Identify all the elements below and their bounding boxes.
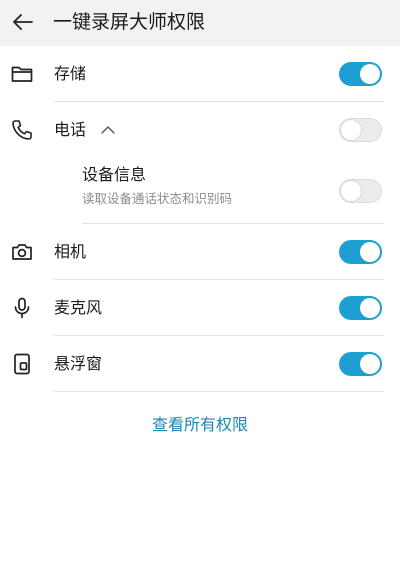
camera-toggle[interactable]: [339, 240, 382, 264]
floating-window-toggle[interactable]: [339, 352, 382, 376]
chevron-up-icon[interactable]: [100, 122, 116, 138]
page-title: 一键录屏大师权限: [53, 11, 206, 33]
microphone-toggle[interactable]: [339, 296, 382, 320]
permission-row-phone[interactable]: 电话: [0, 102, 400, 158]
permission-label: 存储: [54, 64, 87, 83]
app-bar: 一键录屏大师权限: [0, 0, 400, 46]
toggle-knob: [341, 120, 361, 140]
permission-row-storage[interactable]: 存储: [0, 46, 400, 102]
sub-permission-label: 设备信息: [82, 165, 147, 184]
storage-toggle[interactable]: [339, 62, 382, 86]
permission-subrow-device-info[interactable]: 设备信息 读取设备通话状态和识别码: [0, 158, 400, 224]
phone-toggle[interactable]: [339, 118, 382, 142]
permission-list: 存储 电话 设备信息 读取设备通话状态和识别码 相机 麦克风 悬浮窗: [0, 46, 400, 392]
camera-icon: [9, 239, 35, 265]
permission-row-microphone[interactable]: 麦克风: [0, 280, 400, 336]
toggle-knob: [360, 64, 380, 84]
microphone-icon: [9, 295, 35, 321]
folder-icon: [9, 61, 35, 87]
permissions-page: 一键录屏大师权限 存储 电话 设备信息 读取设备通话状态和识别码 相机 麦克风 …: [0, 0, 400, 570]
permission-label: 电话: [54, 120, 87, 139]
sub-permission-description: 读取设备通话状态和识别码: [82, 191, 233, 206]
toggle-knob: [360, 354, 380, 374]
view-all-permissions-link[interactable]: 查看所有权限: [0, 413, 400, 437]
toggle-knob: [360, 298, 380, 318]
arrow-left-icon: [13, 14, 33, 30]
permission-label: 麦克风: [54, 298, 103, 317]
back-button[interactable]: [8, 7, 38, 37]
permission-row-camera[interactable]: 相机: [0, 224, 400, 280]
toggle-knob: [341, 181, 361, 201]
divider: [54, 391, 384, 392]
toggle-knob: [360, 242, 380, 262]
phone-icon: [9, 117, 35, 143]
permission-row-floating-window[interactable]: 悬浮窗: [0, 336, 400, 392]
floating-window-icon: [9, 351, 35, 377]
permission-label: 悬浮窗: [54, 354, 103, 373]
device-info-toggle[interactable]: [339, 179, 382, 203]
permission-label: 相机: [54, 242, 87, 261]
